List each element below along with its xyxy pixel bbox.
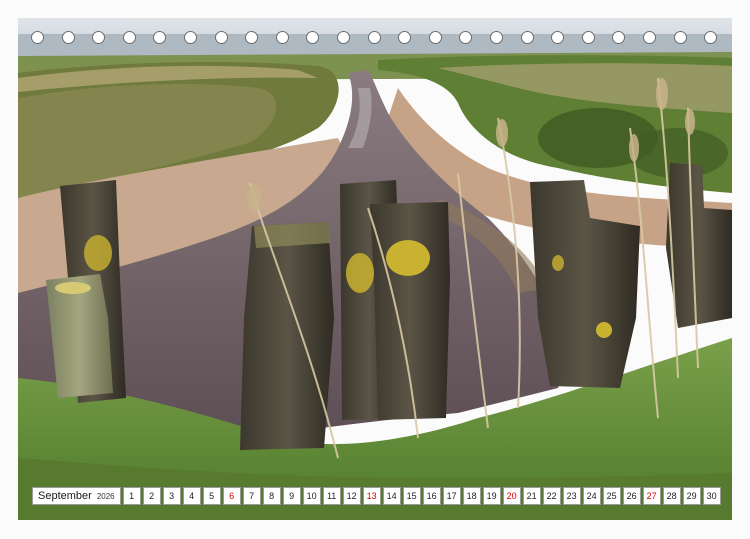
- binding-ring: [337, 31, 350, 44]
- binding-ring: [122, 31, 136, 44]
- day-cell: 16: [422, 487, 441, 505]
- binding-ring: [153, 31, 167, 44]
- binding-ring: [367, 31, 381, 44]
- day-cell: 23: [562, 487, 581, 505]
- calendar-strip: September 2026 1 2 3 4 5 6 7 8 9 10 11 12 13 14 15 16 17…: [32, 487, 721, 505]
- day-cell: 28: [662, 487, 681, 505]
- day-cell: 22: [542, 487, 561, 505]
- binding-ring: [612, 31, 626, 44]
- day-cell-sunday: 20: [502, 487, 521, 505]
- month-name: September: [38, 490, 92, 502]
- day-cell: 25: [602, 487, 621, 505]
- binding-ring: [673, 31, 687, 44]
- day-cell-sunday: 13: [362, 487, 381, 505]
- day-cells: 1 2 3 4 5 6 7 8 9 10 11 12 13 14 15 16 17 18 19 20 21 22 23 24 2…: [122, 487, 721, 505]
- day-cell: 30: [702, 487, 721, 505]
- binding-ring: [643, 31, 656, 44]
- landscape-photo: [18, 18, 732, 520]
- day-cell: 3: [162, 487, 181, 505]
- binding-ring: [428, 31, 442, 44]
- day-cell: 10: [302, 487, 321, 505]
- binding-ring: [490, 31, 503, 44]
- day-cell-sunday: 27: [642, 487, 661, 505]
- day-cell: 14: [382, 487, 401, 505]
- day-cell: 29: [682, 487, 701, 505]
- day-cell: 5: [202, 487, 221, 505]
- binding-ring: [398, 31, 412, 44]
- day-cell: 7: [242, 487, 261, 505]
- month-label-box: September 2026: [32, 487, 121, 505]
- day-cell: 26: [622, 487, 641, 505]
- day-cell: 15: [402, 487, 421, 505]
- binding-ring: [184, 31, 197, 44]
- day-cell: 2: [142, 487, 161, 505]
- day-cell: 17: [442, 487, 461, 505]
- day-cell: 4: [182, 487, 201, 505]
- binding-ring: [551, 31, 565, 44]
- day-cell: 24: [582, 487, 601, 505]
- day-cell: 9: [282, 487, 301, 505]
- binding-ring: [581, 31, 595, 44]
- binding-ring: [61, 31, 75, 44]
- day-cell: 11: [322, 487, 341, 505]
- day-cell: 21: [522, 487, 541, 505]
- year-label: 2026: [96, 491, 115, 501]
- binding-ring: [520, 31, 534, 44]
- binding-ring: [704, 31, 718, 44]
- binding-ring: [92, 31, 106, 44]
- day-cell: 1: [122, 487, 141, 505]
- day-cell: 18: [462, 487, 481, 505]
- binding-ring: [31, 31, 44, 44]
- wooden-post: [240, 222, 334, 450]
- day-cell-sunday: 6: [222, 487, 241, 505]
- binding-ring: [459, 31, 473, 44]
- binding-rings: [18, 31, 732, 49]
- binding-ring: [306, 31, 320, 44]
- binding-ring: [245, 31, 259, 44]
- binding-ring: [275, 31, 289, 44]
- binding-ring: [214, 31, 228, 44]
- day-cell: 19: [482, 487, 501, 505]
- calendar-page: September 2026 1 2 3 4 5 6 7 8 9 10 11 12 13 14 15 16 17…: [0, 0, 750, 539]
- day-cell: 8: [262, 487, 281, 505]
- day-cell: 12: [342, 487, 361, 505]
